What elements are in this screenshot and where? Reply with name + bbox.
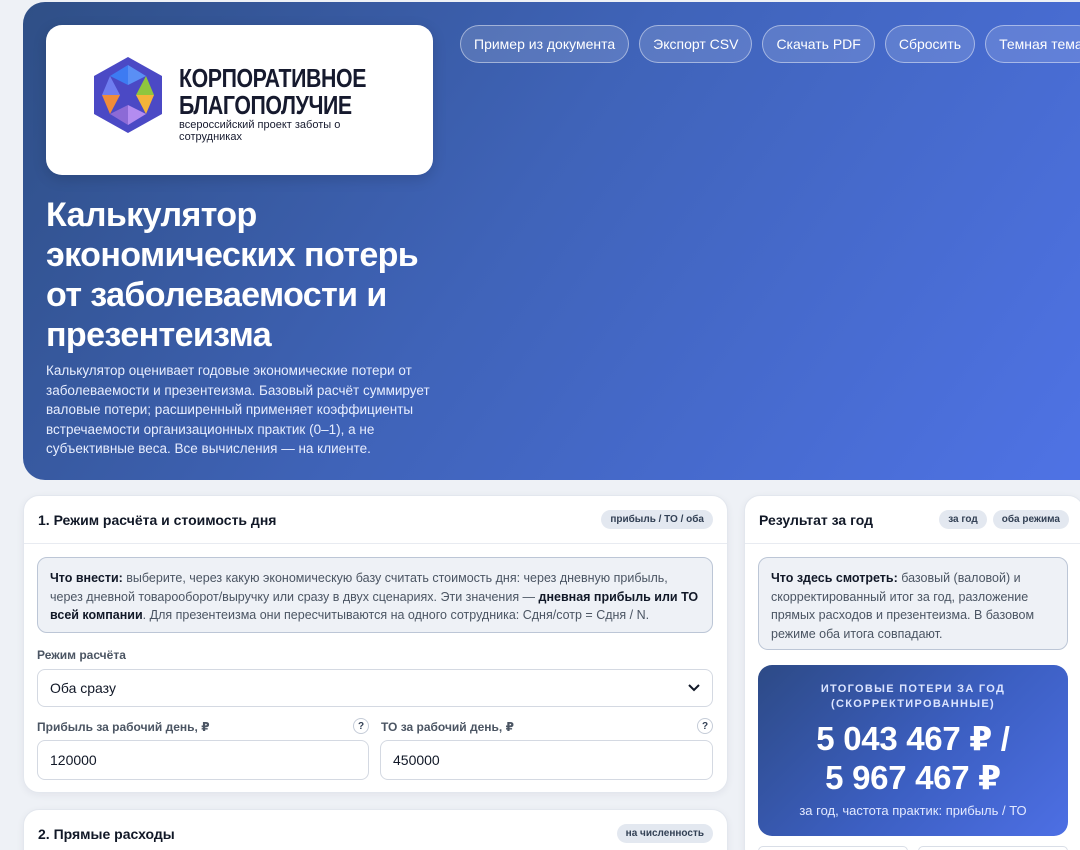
result-badge-modes: оба режима	[992, 510, 1069, 529]
turnover-input[interactable]: 450000	[380, 740, 713, 780]
result-tile	[758, 846, 908, 850]
profit-input[interactable]: 120000	[37, 740, 369, 780]
brand-name-line2: БЛАГОПОЛУЧИЕ	[179, 90, 352, 120]
section-mode-header: 1. Режим расчёта и стоимость дня прибыль…	[24, 496, 727, 544]
brand-logo-icon	[94, 57, 162, 133]
result-info: Что здесь смотреть: базовый (валовой) и …	[758, 557, 1068, 650]
brand-tagline: всероссийский проект заботы о сотрудника…	[179, 119, 341, 143]
total-losses-box: ИТОГОВЫЕ ПОТЕРИ ЗА ГОД (СКОРРЕКТИРОВАННЫ…	[758, 665, 1068, 836]
page-title: Калькулятор экономических потерь от забо…	[46, 196, 419, 354]
turnover-help-icon[interactable]: ?	[697, 718, 713, 734]
brand-logo-card: КОРПОРАТИВНОЕ БЛАГОПОЛУЧИЕ всероссийский…	[46, 25, 433, 175]
download-pdf-button[interactable]: Скачать PDF	[762, 25, 875, 63]
profit-help-icon[interactable]: ?	[353, 718, 369, 734]
total-losses-note: за год, частота практик: прибыль / ТО	[799, 803, 1027, 818]
total-losses-value-line1: 5 043 467 ₽ /	[816, 720, 1010, 757]
total-losses-value: 5 043 467 ₽ / 5 967 467 ₽	[758, 719, 1068, 797]
section-direct-costs-title: 2. Прямые расходы	[38, 825, 175, 842]
mode-select-value: Оба сразу	[50, 680, 116, 696]
profit-label: Прибыль за рабочий день, ₽	[37, 720, 210, 734]
result-badges: за год оба режима	[939, 510, 1069, 529]
mode-label: Режим расчёта	[37, 648, 126, 662]
total-losses-label: ИТОГОВЫЕ ПОТЕРИ ЗА ГОД (СКОРРЕКТИРОВАННЫ…	[820, 683, 1006, 710]
section-mode-title: 1. Режим расчёта и стоимость дня	[38, 511, 277, 528]
mode-select[interactable]: Оба сразу	[37, 669, 713, 707]
result-header: Результат за год за год оба режима	[745, 496, 1080, 544]
brand-name: КОРПОРАТИВНОЕ БЛАГОПОЛУЧИЕ	[179, 65, 366, 119]
result-badge-year: за год	[939, 510, 987, 529]
section-direct-costs-header: 2. Прямые расходы на численность	[24, 810, 727, 850]
toolbar: Пример из документа Экспорт CSV Скачать …	[460, 25, 1080, 63]
turnover-label: ТО за рабочий день, ₽	[381, 720, 514, 734]
info-lead: Что внести:	[50, 571, 123, 585]
chevron-down-icon	[688, 684, 700, 692]
result-info-lead: Что здесь смотреть:	[771, 571, 898, 585]
example-button[interactable]: Пример из документа	[460, 25, 630, 63]
total-losses-value-line2: 5 967 467 ₽	[825, 759, 1001, 796]
info-text-2: . Для презентеизма они пересчитываются н…	[142, 608, 650, 622]
section-mode-badge: прибыль / ТО / оба	[601, 510, 713, 529]
section-direct-costs-card: 2. Прямые расходы на численность	[23, 809, 728, 850]
result-tile	[918, 846, 1068, 850]
dark-theme-button[interactable]: Темная тема	[985, 25, 1080, 63]
section-direct-costs-badge: на численность	[616, 824, 713, 843]
export-csv-button[interactable]: Экспорт CSV	[639, 25, 753, 63]
reset-button[interactable]: Сбросить	[884, 25, 976, 63]
section-mode-info: Что внести: выберите, через какую эконом…	[37, 557, 713, 633]
result-title: Результат за год	[759, 511, 873, 528]
brand-name-line1: КОРПОРАТИВНОЕ	[179, 63, 367, 93]
page-description: Калькулятор оценивает годовые экономичес…	[46, 363, 430, 456]
